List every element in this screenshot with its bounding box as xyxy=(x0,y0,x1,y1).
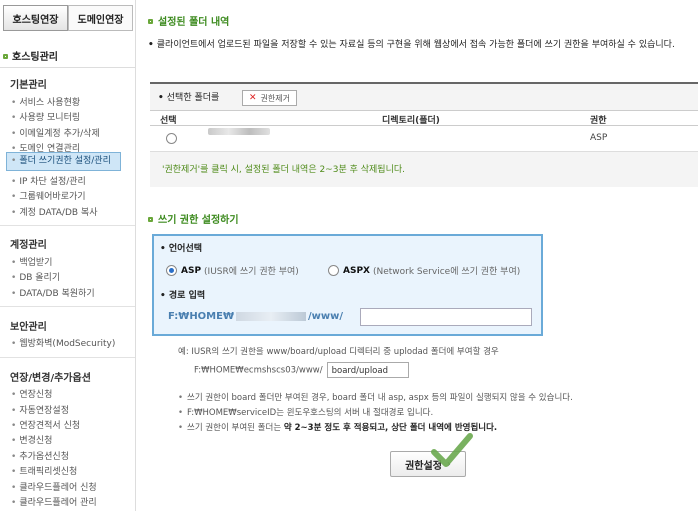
path-label: • 경로 입력 xyxy=(160,291,206,301)
folder-description: • 클라이언트에서 업로드된 파일을 저장할 수 있는 자료실 등의 구현을 위해… xyxy=(148,40,675,50)
group-title-account: 계정관리 xyxy=(10,240,47,251)
note-item: F:₩HOME₩serviceID는 윈도우호스팅의 서버 내 절대경로 입니다… xyxy=(178,406,573,421)
close-icon: ✕ xyxy=(249,93,257,103)
sidebar-item-cloudflare-manage[interactable]: 클라우드플레어 관리 xyxy=(11,495,96,508)
option-asp-hint: (IUSR에 쓰기 권한 부여) xyxy=(204,267,299,277)
column-header-directory: 디렉토리(폴더) xyxy=(382,116,440,126)
section-title-text: 쓰기 권한 설정하기 xyxy=(158,215,239,226)
remove-permission-label: 권한제거 xyxy=(260,93,290,103)
example-path-text: F:₩HOME₩ecmshscs03/www/ xyxy=(194,365,323,376)
divider xyxy=(0,357,135,358)
example-line-1: 예: IUSR의 쓰기 권한을 www/board/upload 디렉터리 중 … xyxy=(178,347,499,357)
remove-note: '권한제거'를 클릭 시, 설정된 폴더 내역은 2~3분 후 삭제됩니다. xyxy=(162,165,405,175)
note-item: 쓰기 권한이 board 폴더만 부여된 경우, board 폴더 내 asp,… xyxy=(178,391,573,406)
sidebar-item-email-accounts[interactable]: 이메일계정 추가/삭제 xyxy=(11,126,99,139)
folder-table: • 선택한 폴더를 ✕ 권한제거 선택 디렉토리(폴더) 권한 ASP '권한제거'… xyxy=(150,82,698,187)
option-aspx[interactable]: ASPX (Network Service에 쓰기 권한 부여) xyxy=(328,264,520,277)
example-text: 예: IUSR의 쓰기 권한을 www/board/upload 디렉터리 중 … xyxy=(178,345,499,379)
directory-name-redacted xyxy=(208,128,270,135)
sidebar-heading: 호스팅관리 xyxy=(0,48,135,68)
notes-list: 쓰기 권한이 board 폴더만 부여된 경우, board 폴더 내 asp,… xyxy=(178,391,573,436)
example-line-2: F:₩HOME₩ecmshscs03/www/board/upload xyxy=(194,362,499,379)
sidebar-item-firewall[interactable]: 웹방화벽(ModSecurity) xyxy=(11,336,115,349)
section-title-set-permission: 쓰기 권한 설정하기 xyxy=(148,211,239,226)
option-aspx-label: ASPX xyxy=(343,265,370,276)
checkmark-icon xyxy=(431,433,473,467)
radio-aspx[interactable] xyxy=(328,265,339,276)
note-item: 쓰기 권한이 부여된 폴더는 약 2~3분 정도 후 적용되고, 상단 폴더 내… xyxy=(178,421,573,436)
tab-hosting-renewal[interactable]: 호스팅연장 xyxy=(3,5,68,31)
group-title-basic: 기본관리 xyxy=(10,80,47,91)
sidebar-item-folder-permissions[interactable]: 폴더 쓰기권한 설정/관리 xyxy=(6,152,121,171)
path-input[interactable] xyxy=(360,308,532,326)
sidebar-item-usage-monitor[interactable]: 사용량 모니터링 xyxy=(11,110,80,123)
square-bullet-icon xyxy=(3,54,8,59)
main-content: 설정된 폴더 내역 • 클라이언트에서 업로드된 파일을 저장할 수 있는 자료실… xyxy=(148,0,700,511)
sidebar-item-quote[interactable]: 연장견적서 신청 xyxy=(11,418,80,431)
group-title-security: 보안관리 xyxy=(10,322,47,333)
sidebar-item-data-copy[interactable]: 계정 DATA/DB 복사 xyxy=(11,205,97,218)
sidebar-item-restore[interactable]: DATA/DB 복원하기 xyxy=(11,286,94,299)
example-input: board/upload xyxy=(326,362,409,378)
sidebar-heading-text: 호스팅관리 xyxy=(12,52,58,63)
sidebar-item-groupware[interactable]: 그룹웨어바로가기 xyxy=(11,189,85,202)
column-header-permission: 권한 xyxy=(590,116,607,126)
sidebar-item-change[interactable]: 변경신청 xyxy=(11,433,52,446)
sidebar-item-service-status[interactable]: 서비스 사용현황 xyxy=(11,95,80,108)
square-bullet-icon xyxy=(148,217,153,222)
sidebar-item-ip-block[interactable]: IP 차단 설정/관리 xyxy=(11,174,86,187)
divider xyxy=(0,225,135,226)
sidebar-item-add-option[interactable]: 추가옵션신청 xyxy=(11,449,69,462)
row-select-radio[interactable] xyxy=(166,133,177,144)
square-bullet-icon xyxy=(148,19,153,24)
table-toolbar-label: • 선택한 폴더를 xyxy=(158,93,220,103)
option-asp-label: ASP xyxy=(181,265,202,276)
service-id-redacted xyxy=(236,312,306,321)
remove-permission-button[interactable]: ✕ 권한제거 xyxy=(242,90,297,106)
column-header-select: 선택 xyxy=(160,116,177,126)
tab-domain-renewal[interactable]: 도메인연장 xyxy=(68,5,133,31)
section-title-folders: 설정된 폴더 내역 xyxy=(148,13,229,28)
language-label-text: 언어선택 xyxy=(168,244,203,254)
top-tabs: 호스팅연장 도메인연장 xyxy=(3,5,133,31)
option-aspx-hint: (Network Service에 쓰기 권한 부여) xyxy=(372,267,521,277)
radio-asp[interactable] xyxy=(166,265,177,276)
sidebar-item-backup[interactable]: 백업받기 xyxy=(11,255,52,268)
path-label-text: 경로 입력 xyxy=(168,291,206,301)
note-item-text: 쓰기 권한이 부여된 폴더는 xyxy=(187,423,284,433)
toolbar-label-text: 선택한 폴더를 xyxy=(166,93,220,103)
group-title-renewal: 연장/변경/추가옵션 xyxy=(10,373,91,384)
sidebar-item-traffic-reset[interactable]: 트래픽리셋신청 xyxy=(11,464,77,477)
language-label: • 언어선택 xyxy=(160,244,203,254)
option-asp[interactable]: ASP (IUSR에 쓰기 권한 부여) xyxy=(166,264,299,277)
divider xyxy=(0,306,135,307)
table-header: 선택 디렉토리(폴더) 권한 xyxy=(150,110,698,126)
path-prefix-text: F:₩HOME₩ xyxy=(168,311,234,322)
path-prefix: F:₩HOME₩ /www/ xyxy=(168,311,343,322)
sidebar-item-auto-renew[interactable]: 자동연장설정 xyxy=(11,403,69,416)
section-title-text: 설정된 폴더 내역 xyxy=(158,17,230,28)
row-permission: ASP xyxy=(590,133,608,143)
sidebar: 호스팅연장 도메인연장 호스팅관리 기본관리 서비스 사용현황 사용량 모니터링… xyxy=(0,0,136,511)
folder-description-text: 클라이언트에서 업로드된 파일을 저장할 수 있는 자료실 등의 구현을 위해 … xyxy=(156,40,675,50)
path-suffix-text: /www/ xyxy=(308,311,344,322)
table-row: ASP xyxy=(150,126,698,152)
sidebar-item-renew[interactable]: 연장신청 xyxy=(11,387,52,400)
sidebar-item-db-upload[interactable]: DB 올리기 xyxy=(11,270,60,283)
sidebar-item-cloudflare-apply[interactable]: 클라우드플레어 신청 xyxy=(11,480,96,493)
permission-settings-box: • 언어선택 ASP (IUSR에 쓰기 권한 부여) ASPX (Networ… xyxy=(152,234,543,336)
